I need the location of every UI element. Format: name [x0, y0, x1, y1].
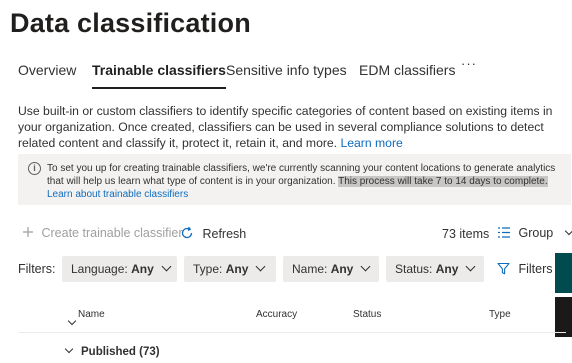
banner-highlight: This process will take 7 to 14 days to c…: [338, 176, 548, 187]
header-divider: [18, 332, 566, 333]
chevron-down-icon: [64, 344, 74, 354]
status-filter[interactable]: Status: Any: [386, 256, 484, 282]
group-list-icon: [498, 227, 510, 238]
page-title: Data classification: [10, 8, 251, 38]
info-banner: i To set you up for creating trainable c…: [18, 154, 571, 205]
chevron-down-icon: [255, 261, 266, 272]
type-filter[interactable]: Type: Any: [184, 256, 276, 282]
group-label: Published (73): [81, 346, 160, 358]
tab-sensitive-info-types[interactable]: Sensitive info types: [226, 62, 347, 78]
refresh-icon: [181, 226, 193, 239]
filter-funnel-icon: [497, 262, 510, 275]
create-classifier-label: Create trainable classifier: [41, 226, 183, 240]
filter-name: Name:: [292, 262, 328, 276]
name-filter[interactable]: Name: Any: [283, 256, 379, 282]
group-label: Group: [518, 226, 554, 240]
language-filter[interactable]: Language: Any: [62, 256, 177, 282]
tab-trainable-classifiers[interactable]: Trainable classifiers: [92, 62, 226, 89]
chevron-down-icon: [564, 226, 572, 236]
description-text: Use built-in or custom classifiers to id…: [18, 104, 553, 150]
tab-overview[interactable]: Overview: [18, 62, 76, 78]
plus-icon: [23, 227, 33, 237]
collapse-all-chevron-icon[interactable]: [67, 316, 77, 326]
chevron-down-icon: [465, 261, 476, 272]
side-panel-tab-dark[interactable]: [555, 297, 572, 337]
info-icon: i: [28, 162, 41, 175]
chevron-down-icon: [161, 261, 172, 272]
banner-message: To set you up for creating trainable cla…: [47, 162, 567, 201]
page-description: Use built-in or custom classifiers to id…: [18, 103, 558, 151]
column-header-name[interactable]: Name: [78, 309, 105, 320]
filters-label: Filters:: [18, 262, 56, 276]
filter-value: Any: [435, 262, 459, 276]
group-button[interactable]: Group: [497, 226, 572, 240]
create-classifier-button[interactable]: Create trainable classifier: [22, 226, 183, 240]
refresh-label: Refresh: [202, 227, 247, 241]
filter-value: Any: [131, 262, 154, 276]
group-row-published[interactable]: Published (73): [64, 344, 160, 358]
refresh-button[interactable]: Refresh: [180, 226, 246, 241]
column-header-accuracy[interactable]: Accuracy: [256, 309, 297, 320]
filter-value: Any: [225, 262, 249, 276]
learn-more-link[interactable]: Learn more: [340, 136, 402, 150]
learn-about-classifiers-link[interactable]: Learn about trainable classifiers: [47, 189, 188, 200]
chevron-down-icon: [360, 261, 371, 272]
column-header-status[interactable]: Status: [353, 309, 381, 320]
tab-edm-classifiers[interactable]: EDM classifiers: [359, 62, 455, 78]
filter-value: Any: [330, 262, 354, 276]
filter-name: Type:: [193, 262, 223, 276]
column-header-type[interactable]: Type: [489, 309, 511, 320]
filter-name: Status:: [395, 262, 433, 276]
filters-button[interactable]: Filters: [497, 262, 553, 276]
filter-name: Language:: [71, 262, 128, 276]
item-count: 73 items: [442, 227, 490, 241]
side-panel-tab[interactable]: [555, 253, 572, 293]
more-tabs-button[interactable]: ···: [461, 56, 477, 71]
filters-button-label: Filters: [518, 262, 553, 276]
